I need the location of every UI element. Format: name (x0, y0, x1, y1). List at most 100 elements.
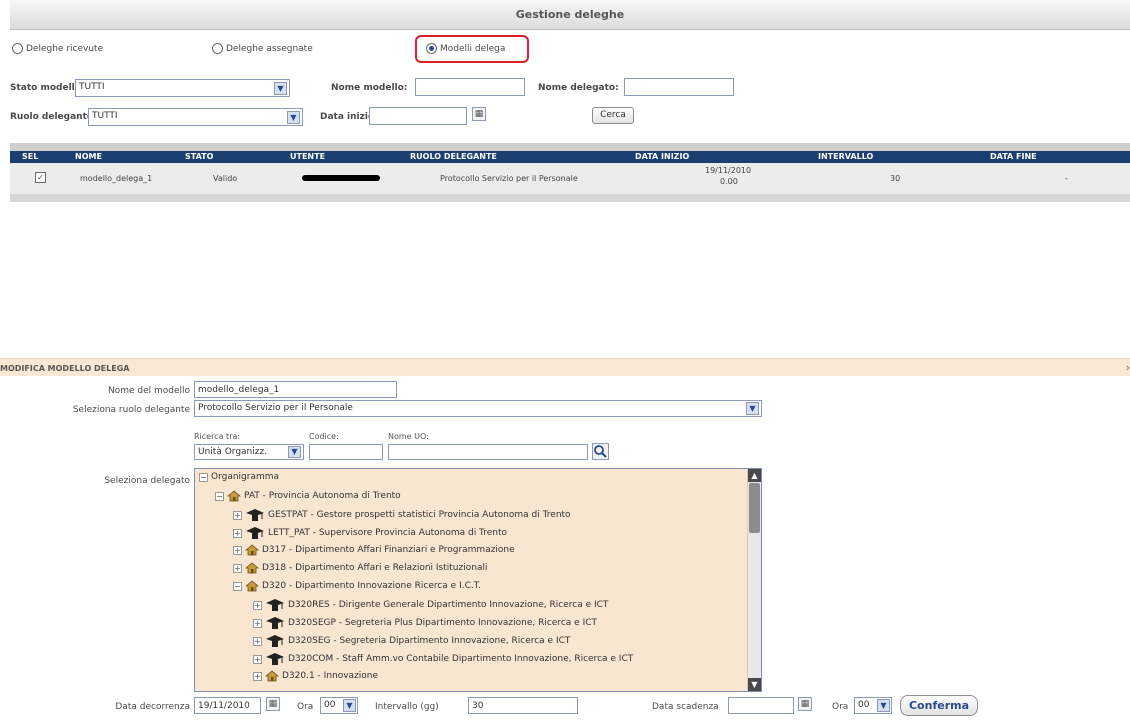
ricerca-tra-select[interactable]: Unità Organizz. ▼ (194, 444, 304, 460)
house-icon (227, 490, 241, 502)
row-data-inizio-ora: 0.00 (720, 177, 738, 186)
row-nome: modello_delega_1 (80, 174, 153, 183)
chevron-down-icon[interactable]: ▼ (746, 402, 759, 415)
ruolo-delegante-select[interactable]: TUTTI ▼ (88, 108, 303, 126)
radio-unchecked-icon (212, 43, 223, 54)
codice-input[interactable] (309, 444, 383, 460)
tree-node[interactable]: − D320 - Dipartimento Innovazione Ricerca… (233, 580, 481, 592)
grid-toolbar (10, 143, 1130, 151)
radio-deleghe-ricevute[interactable]: Deleghe ricevute (12, 43, 103, 54)
calendar-icon[interactable]: ▦ (266, 697, 280, 711)
chevron-down-icon[interactable]: ▼ (343, 699, 356, 712)
collapse-icon[interactable]: − (199, 472, 208, 482)
chevron-down-icon[interactable]: ▼ (877, 699, 890, 712)
column-header[interactable]: RUOLO DELEGANTE (410, 151, 497, 163)
tree-node[interactable]: + D320.1 - Innovazione (253, 670, 378, 682)
expand-icon[interactable]: + (253, 654, 262, 664)
expand-icon[interactable]: + (253, 600, 262, 610)
close-icon[interactable]: › (1126, 361, 1130, 374)
seleziona-delegato-label: Seleziona delegato (104, 476, 190, 486)
row-stato: Valido (213, 174, 238, 183)
redacted-user (302, 175, 380, 181)
radio-label: Deleghe assegnate (226, 43, 313, 54)
column-header[interactable]: SEL (22, 151, 38, 163)
row-checkbox[interactable]: ✓ (35, 172, 46, 183)
page-title: Gestione deleghe (10, 0, 1130, 30)
tree-node[interactable]: + D320SEG - Segreteria Dipartimento Innov… (253, 634, 570, 648)
expand-icon[interactable]: + (253, 671, 262, 681)
row-intervallo: 30 (890, 174, 901, 183)
tree-node[interactable]: + D320COM - Staff Amm.vo Contabile Dipart… (253, 652, 633, 666)
organigramma-tree[interactable]: − Organigramma − PAT - Provincia Autonoma d… (194, 468, 762, 692)
ora-value: 00 (324, 700, 336, 710)
chevron-down-icon[interactable]: ▼ (274, 82, 287, 95)
expand-icon[interactable]: + (233, 528, 242, 538)
chevron-down-icon[interactable]: ▼ (287, 111, 300, 124)
nome-modello-label: Nome modello: (331, 83, 408, 93)
ruolo-delegante-field-label: Seleziona ruolo delegante (72, 405, 190, 415)
scroll-down-icon[interactable]: ▼ (748, 678, 761, 691)
tree-node[interactable]: + D320SEGP - Segreteria Plus Dipartimento… (253, 616, 597, 630)
tree-node-label: GESTPAT - Gestore prospetti statistici P… (268, 510, 571, 520)
ora2-select[interactable]: 00 ▼ (854, 697, 892, 714)
row-data-fine: - (1065, 174, 1068, 183)
column-header[interactable]: STATO (185, 151, 213, 163)
collapse-icon[interactable]: − (233, 581, 242, 591)
section-header-bar (0, 358, 1130, 376)
tree-node[interactable]: + LETT_PAT - Supervisore Provincia Autono… (233, 526, 507, 540)
chevron-down-icon[interactable]: ▼ (288, 446, 301, 458)
column-header[interactable]: DATA INIZIO (635, 151, 689, 163)
data-decorrenza-input[interactable] (194, 697, 261, 714)
expand-icon[interactable]: + (233, 510, 242, 520)
column-header[interactable]: DATA FINE (990, 151, 1037, 163)
collapse-icon[interactable]: − (215, 491, 224, 501)
ruolo-delegante-label: Ruolo delegante: (10, 112, 97, 122)
search-button[interactable]: Cerca (592, 107, 634, 124)
calendar-icon[interactable]: ▦ (472, 107, 486, 121)
column-header[interactable]: INTERVALLO (818, 151, 873, 163)
tree-node[interactable]: + GESTPAT - Gestore prospetti statistici … (233, 508, 571, 522)
tree-node-label: LETT_PAT - Supervisore Provincia Autonom… (268, 528, 508, 538)
ruolo-delegante-field-value: Protocollo Servizio per il Personale (198, 403, 353, 413)
intervallo-input[interactable] (468, 697, 578, 714)
tree-node-label: D318 - Dipartimento Affari e Relazioni I… (262, 563, 488, 573)
stato-modello-select[interactable]: TUTTI ▼ (75, 79, 290, 97)
ora-select[interactable]: 00 ▼ (320, 697, 358, 714)
tree-node[interactable]: − Organigramma (199, 472, 279, 482)
tree-node[interactable]: − PAT - Provincia Autonoma di Trento (215, 490, 401, 502)
row-ruolo: Protocollo Servizio per il Personale (440, 174, 578, 183)
data-scadenza-input[interactable] (728, 697, 794, 714)
radio-deleghe-assegnate[interactable]: Deleghe assegnate (212, 43, 313, 54)
nome-uo-input[interactable] (388, 444, 588, 460)
column-header[interactable]: UTENTE (290, 151, 325, 163)
tree-scrollbar[interactable]: ▲ ▼ (747, 469, 761, 691)
tree-node-label: D320RES - Dirigente Generale Dipartiment… (288, 600, 609, 610)
grid-header: SEL NOME STATO UTENTE RUOLO DELEGANTE DA… (10, 151, 1130, 163)
column-header[interactable]: NOME (75, 151, 102, 163)
house-icon (245, 544, 259, 556)
tree-node[interactable]: + D317 - Dipartimento Affari Finanziari e… (233, 544, 515, 556)
nome-uo-label: Nome UO: (388, 432, 429, 441)
scroll-thumb[interactable] (749, 483, 760, 533)
calendar-icon[interactable]: ▦ (798, 697, 812, 711)
table-row[interactable]: ✓ modello_delega_1 Valido Protocollo Ser… (10, 163, 1130, 194)
data-inizio-input[interactable] (369, 107, 467, 125)
tree-node[interactable]: + D320RES - Dirigente Generale Dipartimen… (253, 598, 608, 612)
ruolo-delegante-field[interactable]: Protocollo Servizio per il Personale ▼ (194, 400, 762, 417)
graduate-icon (266, 617, 284, 629)
search-icon[interactable] (592, 443, 609, 460)
scroll-up-icon[interactable]: ▲ (748, 469, 761, 482)
tree-node-label: D320.1 - Innovazione (282, 671, 379, 681)
expand-icon[interactable]: + (253, 636, 262, 646)
expand-icon[interactable]: + (253, 618, 262, 628)
nome-modello-field[interactable] (194, 381, 397, 398)
expand-icon[interactable]: + (233, 545, 242, 555)
ruolo-delegante-value: TUTTI (92, 111, 118, 121)
tree-node[interactable]: + D318 - Dipartimento Affari e Relazioni … (233, 562, 487, 574)
nome-modello-input[interactable] (415, 78, 525, 96)
nome-delegato-input[interactable] (624, 78, 734, 96)
expand-icon[interactable]: + (233, 563, 242, 573)
tree-node-label: D320COM - Staff Amm.vo Contabile Diparti… (288, 654, 634, 664)
data-scadenza-label: Data scadenza (652, 702, 719, 712)
conferma-button[interactable]: Conferma (900, 695, 978, 716)
